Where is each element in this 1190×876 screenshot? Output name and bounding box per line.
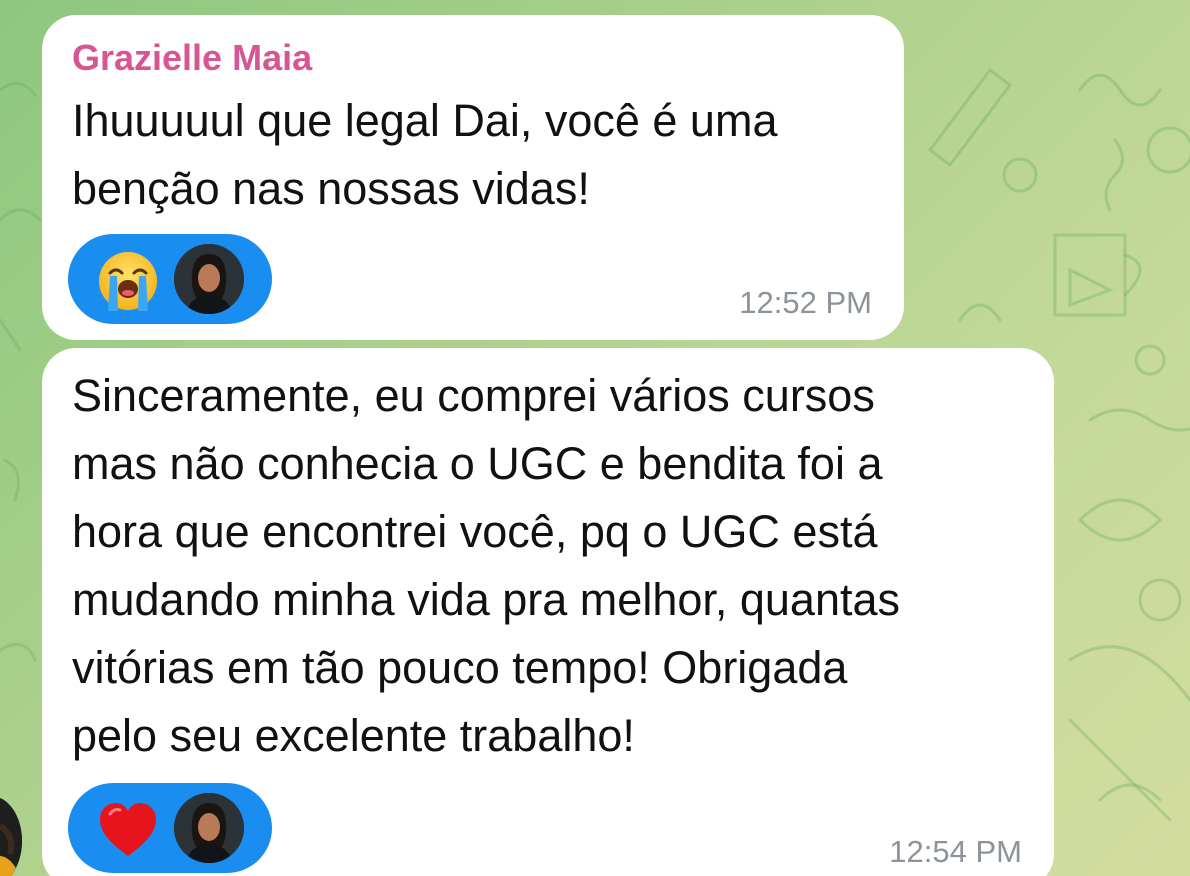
sender-avatar[interactable] [0, 796, 22, 876]
message-text: Sinceramente, eu comprei vários cursos m… [72, 370, 901, 761]
reactor-avatar [174, 793, 244, 863]
reaction-pill[interactable] [68, 783, 272, 873]
loudly-crying-face-emoji-icon [99, 252, 157, 311]
red-heart-emoji-icon [100, 803, 156, 856]
message-timestamp: 12:52 PM [739, 285, 872, 320]
reaction-pill[interactable] [68, 234, 272, 324]
message-timestamp: 12:54 PM [889, 834, 1022, 869]
message-bubble[interactable]: Sinceramente, eu comprei vários cursos m… [42, 348, 1054, 876]
reactor-avatar [174, 244, 244, 314]
message-text: Ihuuuuul que legal Dai, você é uma bençã… [72, 95, 778, 214]
sender-name[interactable]: Grazielle Maia [72, 37, 312, 79]
message-bubble[interactable]: Grazielle Maia Ihuuuuul que legal Dai, v… [42, 15, 904, 340]
